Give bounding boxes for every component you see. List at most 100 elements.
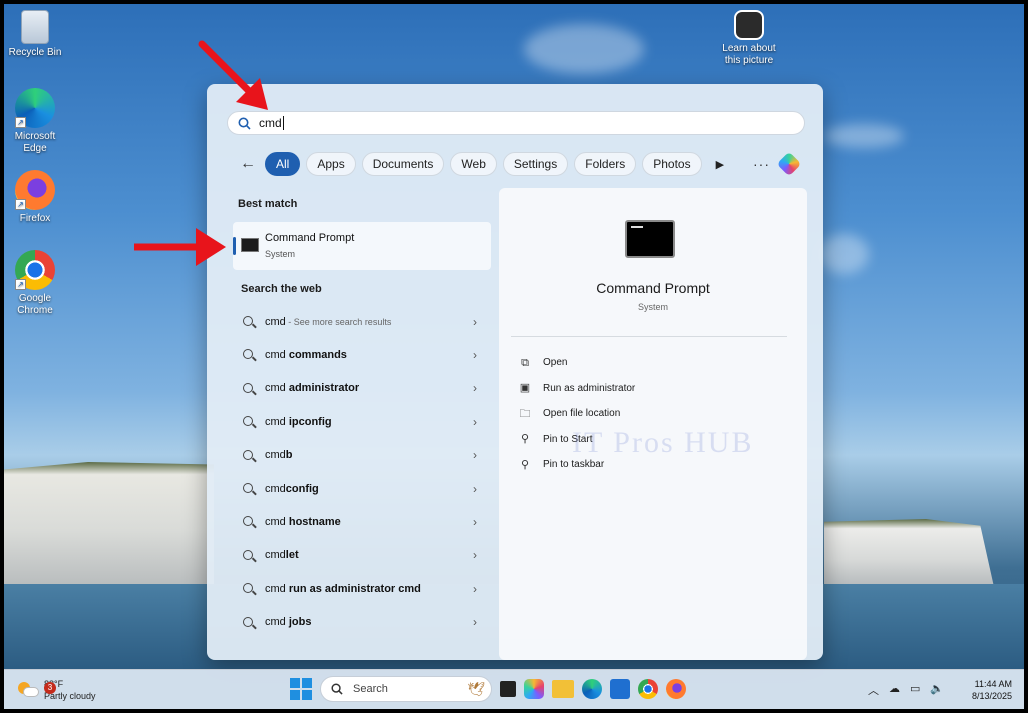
search-icon xyxy=(243,316,253,326)
action-open-file-location[interactable]: 🗀 Open file location xyxy=(519,401,635,427)
web-result[interactable]: cmdconfig › xyxy=(233,472,491,505)
back-arrow-icon[interactable]: ← xyxy=(237,155,259,173)
search-icon xyxy=(243,449,253,460)
notification-badge: 3 xyxy=(44,682,56,694)
desktop-icon-chrome[interactable]: ↗ Google Chrome xyxy=(4,250,66,317)
selection-indicator xyxy=(233,237,236,255)
start-search-panel: cmd ← All Apps Documents Web Settings Fo… xyxy=(207,84,823,660)
windows-start-icon[interactable] xyxy=(290,678,312,700)
best-match-item[interactable]: Command Prompt System xyxy=(233,222,491,270)
detail-title: Command Prompt xyxy=(596,280,710,296)
search-icon xyxy=(243,416,253,427)
web-result[interactable]: cmd - See more search results › xyxy=(233,305,491,338)
search-icon xyxy=(243,349,253,360)
filter-photos[interactable]: Photos xyxy=(642,152,702,176)
web-results-list: cmd - See more search results › cmd comma… xyxy=(233,305,491,639)
best-match-type: System xyxy=(265,249,296,259)
search-input[interactable]: cmd xyxy=(227,111,805,135)
chrome-icon[interactable] xyxy=(638,679,658,699)
chevron-right-icon: › xyxy=(473,481,477,496)
desktop-icon-label: Firefox xyxy=(19,213,51,224)
web-result[interactable]: cmd ipconfig › xyxy=(233,405,491,438)
learn-about-picture[interactable]: Learn about this picture xyxy=(716,10,782,67)
play-more-filters-icon[interactable]: ▶ xyxy=(716,158,724,171)
task-view-icon[interactable] xyxy=(500,681,516,697)
shortcut-arrow-icon: ↗ xyxy=(15,279,26,290)
taskbar-search-placeholder: Search xyxy=(353,683,388,695)
taskbar: 3 88°FPartly cloudy Search 🕊 ︿ ☁ xyxy=(4,669,1024,709)
filter-all[interactable]: All xyxy=(265,152,301,176)
filter-apps[interactable]: Apps xyxy=(306,152,356,176)
volume-icon[interactable]: 🔈 xyxy=(930,682,944,698)
search-icon xyxy=(243,382,253,393)
watermark: IT Pros HUB xyxy=(572,426,754,459)
filter-settings[interactable]: Settings xyxy=(502,152,569,176)
web-result[interactable]: cmd hostname › xyxy=(233,505,491,538)
desktop-icon-firefox[interactable]: ↗ Firefox xyxy=(4,170,66,225)
onedrive-offline-icon[interactable]: ☁ xyxy=(889,682,900,698)
web-result[interactable]: cmd run as administrator cmd › xyxy=(233,572,491,605)
chevron-right-icon: › xyxy=(473,348,477,363)
chevron-right-icon: › xyxy=(473,515,477,530)
desktop-icon-label: Microsoft Edge xyxy=(14,131,56,154)
recycle-bin-icon xyxy=(21,10,49,44)
partly-cloudy-icon xyxy=(18,682,39,698)
cliff xyxy=(824,519,994,587)
firefox-icon[interactable] xyxy=(666,679,686,699)
network-icon[interactable]: ▭ xyxy=(910,682,920,698)
chevron-right-icon: › xyxy=(473,314,477,329)
chevron-right-icon: › xyxy=(473,414,477,429)
chevron-right-icon: › xyxy=(473,615,477,630)
file-explorer-icon[interactable] xyxy=(552,680,574,698)
annotation-arrow-search xyxy=(198,40,268,110)
detail-pane: Command Prompt System ⧉ Open ▣ Run as admi… xyxy=(499,188,807,660)
taskbar-apps: Search 🕊 xyxy=(290,676,686,702)
web-result[interactable]: cmd commands › xyxy=(233,338,491,371)
copilot-icon[interactable] xyxy=(776,151,802,177)
cloud xyxy=(819,234,869,274)
annotation-arrow-best-match xyxy=(134,228,226,266)
chevron-right-icon: › xyxy=(473,548,477,563)
search-icon xyxy=(243,482,253,493)
filter-bar: ← All Apps Documents Web Settings Folder… xyxy=(237,152,724,176)
command-prompt-icon xyxy=(241,238,259,252)
search-icon xyxy=(243,583,253,594)
search-icon xyxy=(243,516,253,527)
search-icon xyxy=(243,616,253,627)
desktop-icon-edge[interactable]: ↗ Microsoft Edge xyxy=(4,88,66,155)
more-options-icon[interactable]: ··· xyxy=(753,156,770,172)
desktop-icon-recycle-bin[interactable]: Recycle Bin xyxy=(4,10,66,59)
web-result[interactable]: cmd jobs › xyxy=(233,606,491,639)
weather-widget[interactable]: 3 88°FPartly cloudy xyxy=(18,678,96,702)
shield-icon: ▣ xyxy=(519,382,531,395)
detail-subtitle: System xyxy=(637,302,668,312)
clock-date: 8/13/2025 xyxy=(971,691,1012,701)
action-run-as-administrator[interactable]: ▣ Run as administrator xyxy=(519,376,635,402)
chevron-up-icon[interactable]: ︿ xyxy=(868,682,879,698)
copilot-icon[interactable] xyxy=(524,679,544,699)
store-icon[interactable] xyxy=(610,679,630,699)
open-external-icon: ⧉ xyxy=(521,356,529,369)
web-result[interactable]: cmdlet › xyxy=(233,539,491,572)
clock[interactable]: 11:44 AM 8/13/2025 xyxy=(964,678,1012,702)
web-result[interactable]: cmd administrator › xyxy=(233,372,491,405)
search-highlight-icon: 🕊 xyxy=(467,681,485,697)
edge-icon[interactable] xyxy=(582,679,602,699)
filter-web[interactable]: Web xyxy=(450,152,497,176)
filter-documents[interactable]: Documents xyxy=(361,152,445,176)
chrome-icon: ↗ xyxy=(15,250,55,290)
search-icon xyxy=(331,683,343,695)
taskbar-search[interactable]: Search 🕊 xyxy=(320,676,492,702)
divider xyxy=(511,336,787,337)
filter-folders[interactable]: Folders xyxy=(574,152,637,176)
chevron-right-icon: › xyxy=(473,448,477,463)
spotlight-icon xyxy=(734,10,764,40)
web-result[interactable]: cmdb › xyxy=(233,439,491,472)
action-open[interactable]: ⧉ Open xyxy=(519,350,635,376)
search-web-heading: Search the web xyxy=(241,283,322,295)
search-icon xyxy=(238,117,251,130)
desktop-icon-label: Learn about this picture xyxy=(722,43,776,66)
cloud xyxy=(524,24,644,74)
desktop-icon-label: Google Chrome xyxy=(17,293,53,316)
desktop-icon-label: Recycle Bin xyxy=(8,47,62,58)
